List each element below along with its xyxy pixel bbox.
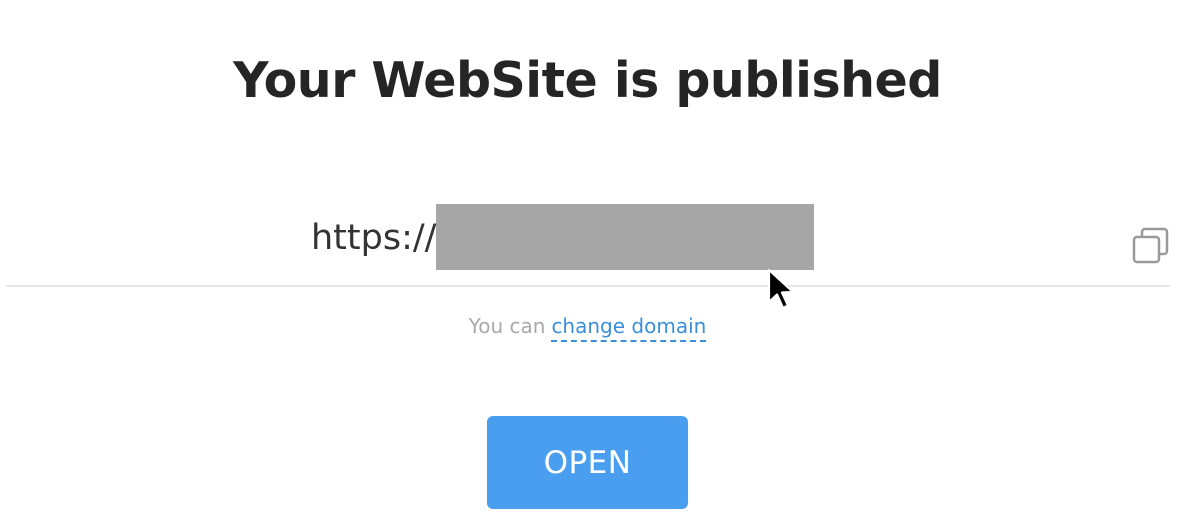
- domain-hint: You can change domain: [0, 312, 1175, 342]
- page-title: Your WebSite is published: [233, 52, 942, 109]
- mouse-cursor-icon: [767, 268, 795, 310]
- domain-hint-prefix: You can: [468, 314, 546, 338]
- change-domain-link[interactable]: change domain: [551, 314, 707, 342]
- redacted-url-block[interactable]: [436, 204, 814, 270]
- copy-icon-graphic: [1132, 227, 1169, 264]
- copy-icon[interactable]: [1131, 226, 1171, 266]
- url-divider: [6, 285, 1170, 287]
- url-prefix: https://: [311, 218, 437, 258]
- open-button[interactable]: OPEN: [487, 416, 688, 509]
- published-url-row: https://: [0, 204, 1200, 270]
